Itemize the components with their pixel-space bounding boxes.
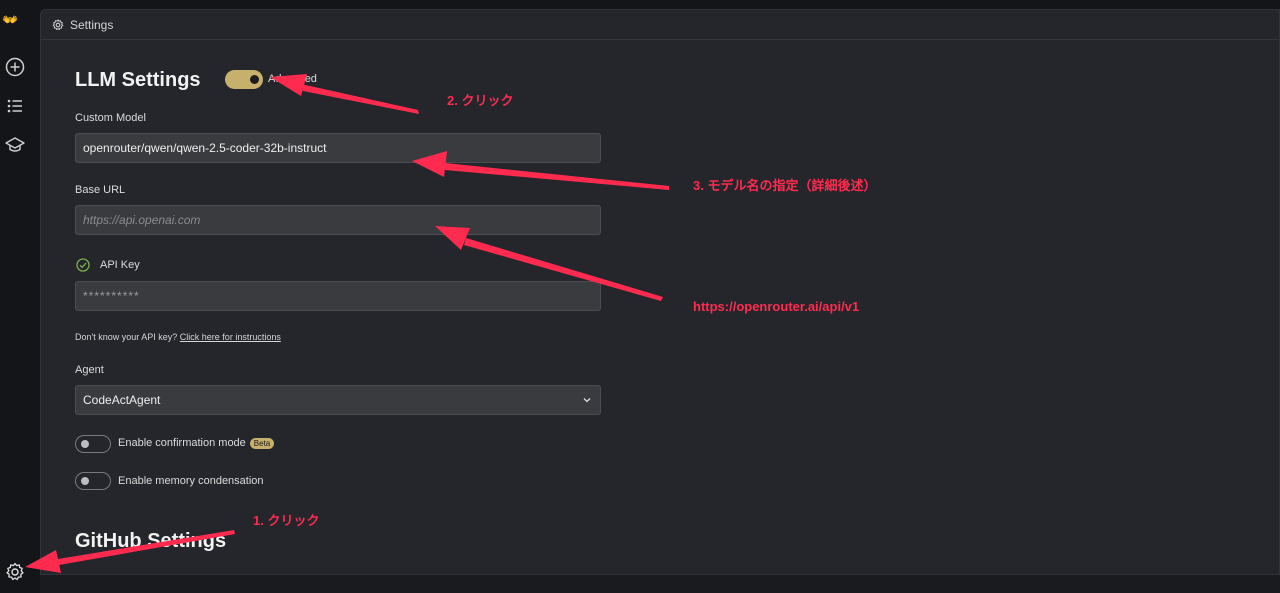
settings-header-icon (52, 18, 64, 30)
agent-label: Agent (75, 364, 104, 376)
api-key-instructions-link[interactable]: Click here for instructions (180, 332, 281, 342)
bottom-bar (40, 575, 1280, 593)
annotation-url: https://openrouter.ai/api/v1 (693, 299, 860, 314)
annotation-step1: 1. クリック (253, 513, 320, 528)
custom-model-label: Custom Model (75, 112, 146, 124)
llm-settings-heading: LLM Settings (75, 69, 201, 91)
custom-model-input[interactable]: openrouter/qwen/qwen-2.5-coder-32b-instr… (75, 133, 601, 163)
memory-condensation-toggle[interactable] (75, 472, 111, 490)
api-key-help-text: Don't know your API key? (75, 332, 178, 342)
api-key-value: ********** (83, 289, 140, 303)
api-key-input[interactable]: ********** (75, 281, 601, 311)
agent-select[interactable]: CodeActAgent (75, 385, 601, 415)
new-project-icon[interactable] (5, 57, 25, 77)
check-circle-icon (76, 258, 90, 272)
advanced-toggle[interactable] (225, 70, 263, 89)
confirmation-mode-label: Enable confirmation mode (118, 437, 246, 449)
agent-selected-value: CodeActAgent (83, 393, 161, 407)
api-key-help: Don't know your API key? Click here for … (75, 332, 281, 342)
annotation-step3: 3. モデル名の指定（詳細後述） (693, 178, 877, 193)
panel-header: Settings (41, 10, 1279, 40)
github-settings-heading: GitHub Settings (75, 530, 227, 552)
settings-panel: Settings LLM Settings Advanced Custom Mo… (40, 9, 1280, 575)
base-url-placeholder: https://api.openai.com (83, 213, 201, 227)
chevron-down-icon (583, 398, 591, 403)
custom-model-value: openrouter/qwen/qwen-2.5-coder-32b-instr… (83, 141, 327, 155)
app-logo: 👐 (2, 12, 18, 27)
confirmation-mode-row: Enable confirmation mode Beta (118, 437, 275, 449)
graduation-cap-icon[interactable] (5, 135, 25, 155)
api-key-label: API Key (100, 259, 140, 271)
base-url-input[interactable]: https://api.openai.com (75, 205, 601, 235)
annotation-step2: 2. クリック (447, 93, 514, 108)
list-icon[interactable] (5, 96, 25, 116)
left-sidebar: 👐 (0, 0, 40, 593)
memory-condensation-label: Enable memory condensation (118, 475, 264, 487)
advanced-label: Advanced (268, 73, 317, 85)
settings-gear-icon[interactable] (5, 562, 25, 582)
panel-title: Settings (70, 17, 114, 32)
base-url-label: Base URL (75, 184, 126, 196)
confirmation-mode-toggle[interactable] (75, 435, 111, 453)
beta-badge: Beta (249, 437, 275, 449)
